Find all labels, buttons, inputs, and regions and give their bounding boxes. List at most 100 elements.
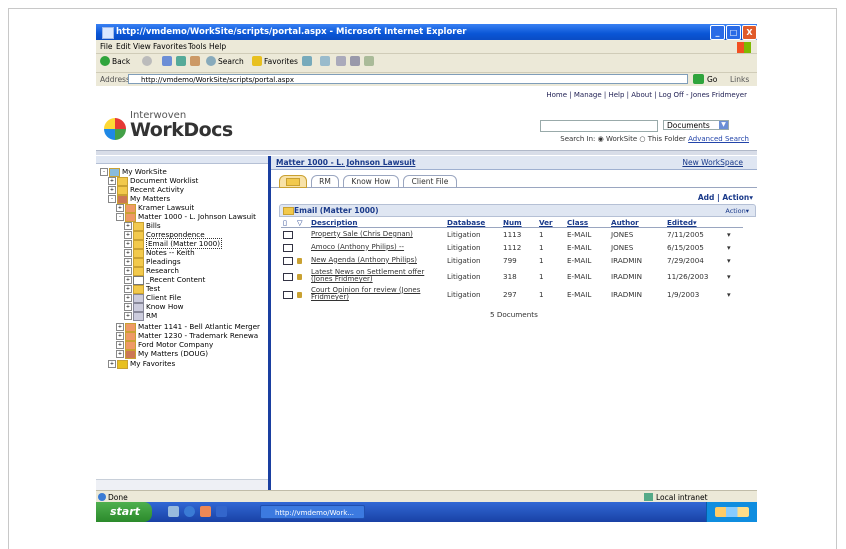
- expand-icon[interactable]: +: [116, 204, 124, 212]
- search-button[interactable]: Search: [218, 57, 244, 66]
- expand-icon[interactable]: +: [124, 222, 132, 230]
- back-arrow-icon[interactable]: [100, 56, 110, 66]
- col-class[interactable]: Class: [565, 217, 609, 228]
- menu-file[interactable]: File: [100, 42, 113, 51]
- new-workspace-link[interactable]: New WorkSpace: [682, 158, 743, 167]
- search-scope-select[interactable]: Documents ▼: [663, 120, 729, 130]
- row-description[interactable]: Amoco (Anthony Philips) --: [309, 241, 445, 254]
- row-menu-icon[interactable]: ▾: [725, 241, 743, 254]
- expand-icon[interactable]: +: [124, 267, 132, 275]
- expand-icon[interactable]: +: [116, 341, 124, 349]
- row-menu-icon[interactable]: ▾: [725, 254, 743, 267]
- expand-icon[interactable]: +: [124, 231, 132, 239]
- col-edited-label[interactable]: Edited: [667, 218, 693, 227]
- expand-icon[interactable]: +: [124, 276, 132, 284]
- back-button[interactable]: Back: [112, 57, 130, 66]
- history-icon[interactable]: [320, 56, 330, 66]
- filter-icon[interactable]: ▽: [295, 217, 309, 228]
- expand-icon[interactable]: +: [116, 350, 124, 358]
- refresh-icon[interactable]: [176, 56, 186, 66]
- expand-icon[interactable]: +: [108, 186, 116, 194]
- col-num[interactable]: Num: [501, 217, 537, 228]
- taskbar-ie-window[interactable]: http://vmdemo/Work...: [260, 505, 365, 519]
- mail-icon[interactable]: [336, 56, 346, 66]
- stop-icon[interactable]: [162, 56, 172, 66]
- menu-help[interactable]: Help: [209, 42, 226, 51]
- forward-arrow-icon[interactable]: [142, 56, 152, 66]
- favorites-star-icon[interactable]: [252, 56, 262, 66]
- quicklaunch-ie-icon[interactable]: [184, 506, 195, 517]
- address-input[interactable]: http://vmdemo/WorkSite/scripts/portal.as…: [128, 74, 688, 84]
- table-row[interactable]: Property Sale (Chris Degnan) Litigation …: [281, 228, 743, 242]
- col-edited[interactable]: Edited▾: [665, 217, 725, 228]
- row-description[interactable]: Latest News on Settlement offer (Jones F…: [309, 267, 445, 285]
- close-button[interactable]: X: [742, 25, 757, 40]
- radio-folder[interactable]: ○: [639, 135, 645, 143]
- tree-item-rm[interactable]: + RM: [124, 311, 157, 321]
- tree-item-my-favorites[interactable]: + My Favorites: [108, 359, 175, 369]
- expand-icon[interactable]: +: [116, 332, 124, 340]
- col-author[interactable]: Author: [609, 217, 665, 228]
- col-ver[interactable]: Ver: [537, 217, 565, 228]
- edit-icon[interactable]: [364, 56, 374, 66]
- tab-rm[interactable]: RM: [311, 175, 339, 188]
- print-icon[interactable]: [350, 56, 360, 66]
- expand-icon[interactable]: +: [124, 249, 132, 257]
- top-nav-links[interactable]: Home | Manage | Help | About | Log Off -…: [546, 91, 747, 99]
- tab-client-file[interactable]: Client File: [403, 175, 457, 188]
- tab-know-how[interactable]: Know How: [343, 175, 399, 188]
- table-row[interactable]: Latest News on Settlement offer (Jones F…: [281, 267, 743, 285]
- col-description[interactable]: Description: [309, 217, 445, 228]
- collapse-icon[interactable]: -: [108, 195, 116, 203]
- folder-action-label[interactable]: Action: [725, 207, 745, 215]
- col-database[interactable]: Database: [445, 217, 501, 228]
- row-menu-icon[interactable]: ▾: [725, 267, 743, 285]
- links-button[interactable]: Links: [730, 75, 749, 84]
- media-icon[interactable]: [302, 56, 312, 66]
- row-description[interactable]: New Agenda (Anthony Philips): [309, 254, 445, 267]
- quicklaunch-word-icon[interactable]: [216, 506, 227, 517]
- menu-tools[interactable]: Tools: [188, 42, 206, 51]
- expand-icon[interactable]: +: [124, 294, 132, 302]
- collapse-icon[interactable]: -: [100, 168, 108, 176]
- row-menu-icon[interactable]: ▾: [725, 228, 743, 242]
- search-input[interactable]: [540, 120, 658, 132]
- menu-view[interactable]: View: [133, 42, 151, 51]
- menu-favorites[interactable]: Favorites: [153, 42, 187, 51]
- row-menu-icon[interactable]: ▾: [725, 285, 743, 303]
- matter-title-link[interactable]: Matter 1000 - L. Johnson Lawsuit: [276, 158, 415, 167]
- table-row[interactable]: Court Opinion for review (Jones Fridmeye…: [281, 285, 743, 303]
- tree-item-my-matters-doug[interactable]: + My Matters (DOUG): [116, 349, 208, 359]
- tray-icons[interactable]: [715, 507, 749, 517]
- start-button[interactable]: start: [96, 502, 152, 522]
- radio-folder-label[interactable]: This Folder: [648, 135, 686, 143]
- go-button[interactable]: Go: [707, 75, 717, 84]
- favorites-button[interactable]: Favorites: [264, 57, 298, 66]
- expand-icon[interactable]: +: [124, 240, 132, 248]
- row-description[interactable]: Court Opinion for review (Jones Fridmeye…: [309, 285, 445, 303]
- expand-icon[interactable]: +: [124, 258, 132, 266]
- expand-icon[interactable]: +: [108, 360, 116, 368]
- maximize-button[interactable]: □: [726, 25, 741, 40]
- expand-icon[interactable]: +: [124, 303, 132, 311]
- quicklaunch-desktop-icon[interactable]: [168, 506, 179, 517]
- minimize-button[interactable]: _: [710, 25, 725, 40]
- radio-worksite-label[interactable]: WorkSite: [606, 135, 637, 143]
- expand-icon[interactable]: +: [124, 285, 132, 293]
- add-action-menu[interactable]: Add | Action▾: [698, 193, 753, 202]
- tab-folder[interactable]: [279, 175, 307, 188]
- advanced-search-link[interactable]: Advanced Search: [688, 135, 749, 143]
- quicklaunch-media-icon[interactable]: [200, 506, 211, 517]
- expand-icon[interactable]: +: [108, 177, 116, 185]
- table-row[interactable]: New Agenda (Anthony Philips) Litigation …: [281, 254, 743, 267]
- horizontal-scrollbar[interactable]: [96, 479, 268, 490]
- table-row[interactable]: Amoco (Anthony Philips) -- Litigation 11…: [281, 241, 743, 254]
- home-icon[interactable]: [190, 56, 200, 66]
- add-action-label[interactable]: Add | Action: [698, 193, 749, 202]
- menu-edit[interactable]: Edit: [116, 42, 131, 51]
- expand-icon[interactable]: +: [116, 323, 124, 331]
- folder-action-menu[interactable]: Action▾: [725, 207, 749, 215]
- collapse-icon[interactable]: -: [116, 213, 124, 221]
- row-description[interactable]: Property Sale (Chris Degnan): [309, 228, 445, 242]
- go-arrow-icon[interactable]: [693, 74, 704, 84]
